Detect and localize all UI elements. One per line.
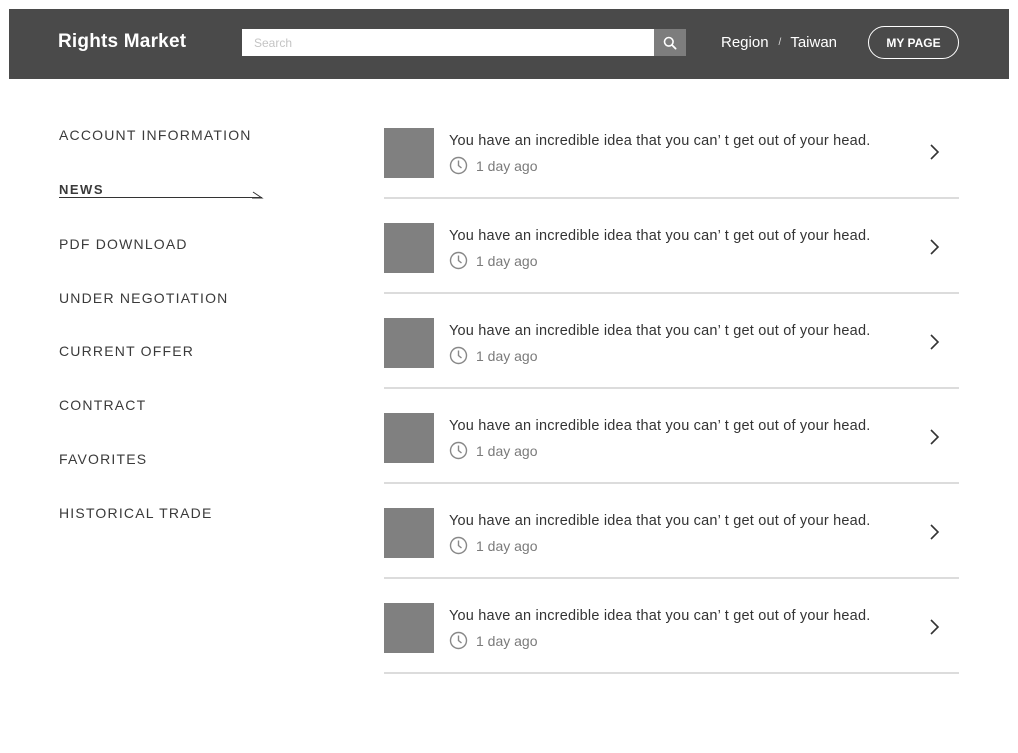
search-icon xyxy=(663,36,677,50)
news-thumbnail xyxy=(384,603,434,653)
news-thumbnail xyxy=(384,223,434,273)
search-button[interactable] xyxy=(654,29,686,56)
chevron-right-icon xyxy=(930,524,940,540)
news-time: 1 day ago xyxy=(476,348,538,364)
news-item[interactable]: You have an incredible idea that you can… xyxy=(384,579,959,674)
news-time: 1 day ago xyxy=(476,443,538,459)
clock-icon xyxy=(449,536,468,555)
news-title: You have an incredible idea that you can… xyxy=(449,608,871,624)
news-thumbnail xyxy=(384,318,434,368)
sidebar-item-current-offer[interactable]: CURRENT OFFER xyxy=(59,343,194,359)
news-item[interactable]: You have an incredible idea that you can… xyxy=(384,104,959,199)
news-time: 1 day ago xyxy=(476,633,538,649)
clock-icon xyxy=(449,156,468,175)
region-separator: / xyxy=(778,37,782,48)
clock-icon xyxy=(449,441,468,460)
news-thumbnail xyxy=(384,508,434,558)
news-item[interactable]: You have an incredible idea that you can… xyxy=(384,199,959,294)
news-time: 1 day ago xyxy=(476,253,538,269)
news-time: 1 day ago xyxy=(476,538,538,554)
news-title: You have an incredible idea that you can… xyxy=(449,133,871,149)
news-title: You have an incredible idea that you can… xyxy=(449,513,871,529)
sidebar-item-historical-trade[interactable]: HISTORICAL TRADE xyxy=(59,505,213,521)
region-value: Taiwan xyxy=(790,34,838,51)
clock-icon xyxy=(449,631,468,650)
chevron-right-icon xyxy=(930,334,940,350)
sidebar-item-pdf-download[interactable]: PDF DOWNLOAD xyxy=(59,236,188,252)
chevron-right-icon xyxy=(930,144,940,160)
chevron-right-icon xyxy=(930,239,940,255)
chevron-right-icon xyxy=(930,619,940,635)
top-header: Rights Market Region / Taiwan MY PAGE xyxy=(9,9,1009,79)
region-selector[interactable]: Region / Taiwan xyxy=(721,34,837,51)
news-item[interactable]: You have an incredible idea that you can… xyxy=(384,389,959,484)
news-title: You have an incredible idea that you can… xyxy=(449,323,871,339)
site-logo[interactable]: Rights Market xyxy=(58,31,186,53)
news-title: You have an incredible idea that you can… xyxy=(449,418,871,434)
sidebar-item-contract[interactable]: CONTRACT xyxy=(59,397,146,413)
chevron-right-icon xyxy=(930,429,940,445)
news-item[interactable]: You have an incredible idea that you can… xyxy=(384,484,959,579)
sidebar-item-under-negotiation[interactable]: UNDER NEGOTIATION xyxy=(59,290,228,306)
arrow-right-icon xyxy=(252,191,264,199)
active-underline xyxy=(59,197,262,198)
news-title: You have an incredible idea that you can… xyxy=(449,228,871,244)
search-input[interactable] xyxy=(242,29,654,56)
clock-icon xyxy=(449,251,468,270)
clock-icon xyxy=(449,346,468,365)
news-item[interactable]: You have an incredible idea that you can… xyxy=(384,294,959,389)
sidebar-item-favorites[interactable]: FAVORITES xyxy=(59,451,147,467)
sidebar-item-account-information[interactable]: ACCOUNT INFORMATION xyxy=(59,127,252,143)
news-thumbnail xyxy=(384,128,434,178)
my-page-button[interactable]: MY PAGE xyxy=(868,26,959,59)
sidebar-item-news[interactable]: NEWS xyxy=(59,182,104,197)
news-thumbnail xyxy=(384,413,434,463)
region-label: Region xyxy=(721,34,769,51)
news-time: 1 day ago xyxy=(476,158,538,174)
